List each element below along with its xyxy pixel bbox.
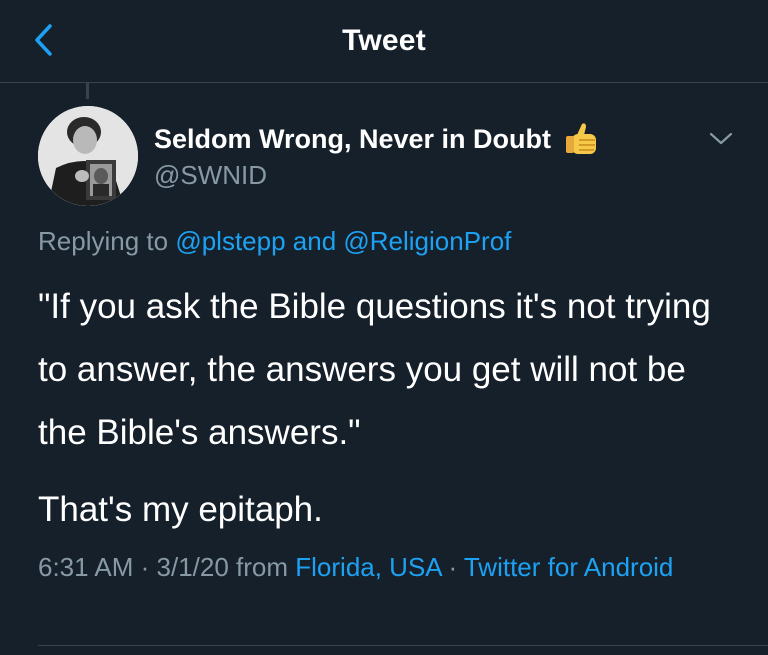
author-name-text: Seldom Wrong, Never in Doubt: [154, 123, 552, 154]
location-link[interactable]: Florida, USA: [295, 552, 441, 582]
author-display-name[interactable]: Seldom Wrong, Never in Doubt: [154, 120, 601, 158]
replying-conjunction[interactable]: and: [286, 226, 344, 256]
tweet-paragraph-2: That's my epitaph.: [38, 490, 323, 529]
mention-link-plstepp[interactable]: @plstepp: [175, 226, 285, 256]
thumbs-up-icon: [563, 120, 601, 158]
author-handle[interactable]: @SWNID: [154, 160, 267, 191]
top-navigation-bar: Tweet: [0, 0, 768, 83]
tweet-detail-screen: Tweet Seldom Wrong, Never in Doubt @SWNI…: [0, 0, 768, 655]
meta-separator-2: ·: [441, 552, 464, 582]
tweet-time: 6:31 AM: [38, 552, 134, 582]
meta-separator: ·: [133, 552, 157, 582]
page-title: Tweet: [342, 24, 426, 57]
more-options-button[interactable]: [706, 124, 736, 154]
avatar-image: [38, 106, 138, 206]
from-label: from: [228, 552, 296, 582]
divider: [38, 645, 768, 646]
avatar[interactable]: [38, 106, 138, 206]
chevron-down-icon: [709, 132, 733, 145]
mention-link-religionprof[interactable]: @ReligionProf: [343, 226, 511, 256]
thread-connector-line: [86, 83, 89, 99]
tweet-paragraph-1: "If you ask the Bible questions it's not…: [38, 287, 711, 452]
tweet-metadata: 6:31 AM · 3/1/20 from Florida, USA · Twi…: [38, 548, 718, 586]
tweet-date: 3/1/20: [156, 552, 229, 582]
source-link[interactable]: Twitter for Android: [464, 552, 674, 582]
replying-prefix: Replying to: [38, 226, 176, 256]
tweet-text: "If you ask the Bible questions it's not…: [38, 275, 738, 541]
replying-to-line: Replying to @plstepp and @ReligionProf: [38, 226, 511, 257]
